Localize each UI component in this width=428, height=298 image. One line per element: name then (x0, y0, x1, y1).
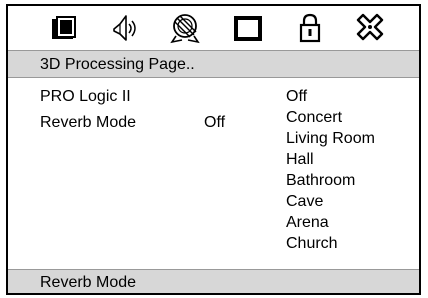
option-concert[interactable]: Concert (286, 107, 375, 128)
display-icon[interactable] (46, 12, 82, 44)
page-title: 3D Processing Page.. (40, 56, 195, 73)
footer-description: Reverb Mode (40, 274, 137, 291)
setup-menu-panel: 3D Processing Page.. PRO Logic II Reverb… (6, 4, 421, 295)
video-screen-icon[interactable] (230, 12, 266, 44)
speaker-icon[interactable] (106, 12, 142, 44)
option-church[interactable]: Church (286, 233, 375, 254)
option-hall[interactable]: Hall (286, 149, 375, 170)
page-header: 3D Processing Page.. (8, 50, 419, 78)
option-bathroom[interactable]: Bathroom (286, 170, 375, 191)
lock-icon[interactable] (292, 12, 328, 44)
option-off[interactable]: Off (286, 86, 375, 107)
setup-icon[interactable] (352, 12, 388, 44)
option-cave[interactable]: Cave (286, 191, 375, 212)
option-arena[interactable]: Arena (286, 212, 375, 233)
setting-reverb-mode-label[interactable]: Reverb Mode (40, 114, 136, 132)
setting-reverb-mode-value: Off (204, 114, 226, 131)
reverb-options-list: Off Concert Living Room Hall Bathroom Ca… (286, 86, 375, 254)
status-footer: Reverb Mode (8, 269, 419, 293)
setting-pro-logic-label[interactable]: PRO Logic II (40, 88, 131, 106)
disc-icon[interactable] (168, 12, 204, 44)
option-living-room[interactable]: Living Room (286, 128, 375, 149)
menu-icon-bar (8, 6, 419, 50)
